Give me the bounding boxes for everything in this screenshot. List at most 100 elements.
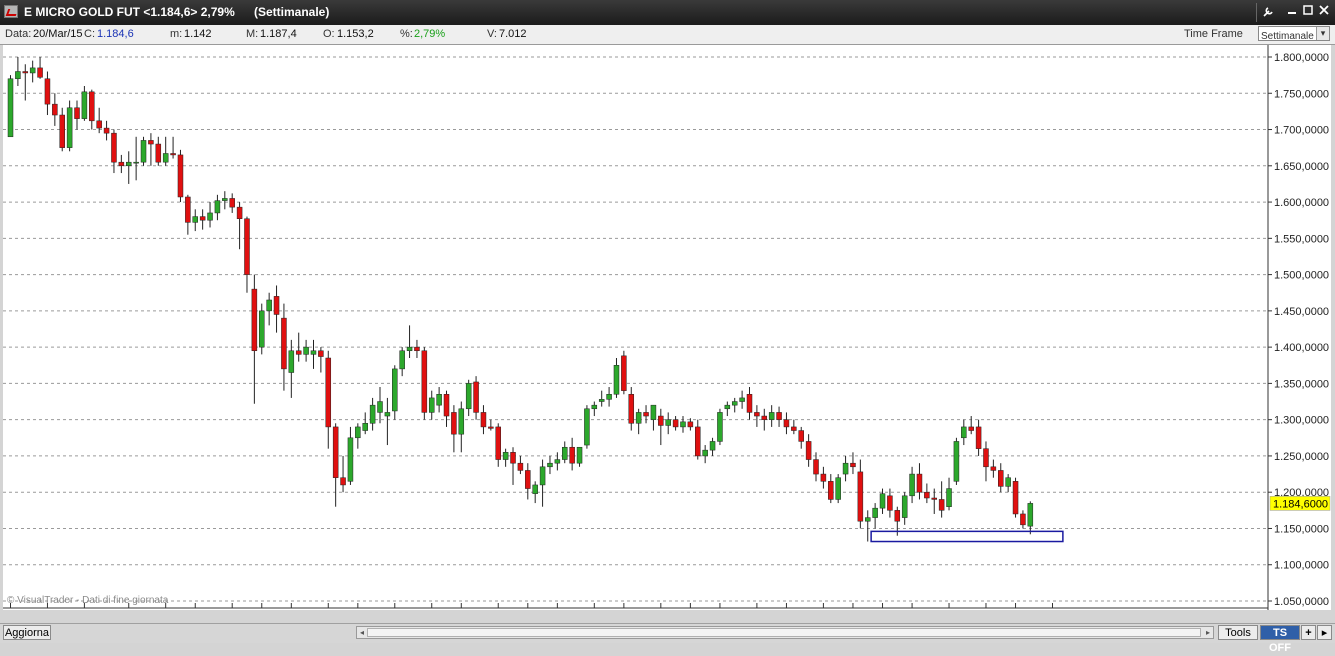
candle-down <box>244 218 250 275</box>
date-value: 20/Mar/15 <box>33 28 83 40</box>
close-label: C: <box>84 28 95 40</box>
candlestick-chart[interactable]: 1.800,0000 1.750,0000 1.700,0000 1.650,0000… <box>2 45 1331 623</box>
scroll-left-icon[interactable]: ◂ <box>357 627 367 638</box>
y-tick-label: 1.650,0000 <box>1274 161 1329 173</box>
maximize-icon[interactable] <box>1300 3 1316 21</box>
candle-up <box>207 212 213 221</box>
candle-down <box>968 426 974 431</box>
candle-up <box>303 346 309 355</box>
candle-up <box>406 346 413 352</box>
minimize-icon[interactable] <box>1284 3 1300 21</box>
y-tick-label: 1.550,0000 <box>1274 233 1329 245</box>
candle-up <box>428 397 435 413</box>
candle-down <box>155 143 162 163</box>
quote-info-bar: Data: 20/Mar/15 C: 1.184,6 m: 1.142 M: 1… <box>0 25 1335 45</box>
candle-up <box>362 423 368 431</box>
candle-up <box>1005 477 1011 487</box>
ts-off-button[interactable]: TS OFF <box>1260 625 1300 654</box>
chart-scrollbar[interactable]: ◂ ▸ <box>356 626 1214 639</box>
candle-down <box>894 510 901 522</box>
candle-up <box>591 404 598 410</box>
candle-down <box>148 140 154 145</box>
candle-down <box>273 296 280 315</box>
candle-down <box>414 346 420 352</box>
candle-up <box>724 404 731 410</box>
candle-down <box>628 394 635 424</box>
candle-up <box>909 473 915 497</box>
candle-up <box>384 412 391 417</box>
candle-up <box>125 161 132 167</box>
timeframe-select[interactable]: Settimanale ▾ <box>1258 26 1330 42</box>
candle-down <box>332 426 339 478</box>
candle-up <box>739 397 745 402</box>
candle-down <box>983 448 989 468</box>
close-icon[interactable] <box>1316 3 1332 21</box>
max-value: 1.187,4 <box>260 28 297 40</box>
candle-up <box>369 404 376 424</box>
zoom-in-button[interactable]: + <box>1301 625 1316 640</box>
candle-up <box>606 394 612 400</box>
candle-down <box>805 441 812 460</box>
y-tick-label: 1.500,0000 <box>1274 270 1329 282</box>
candle-up <box>29 67 36 74</box>
candle-down <box>850 462 856 468</box>
pct-value: 2,79% <box>414 28 446 40</box>
candle-up <box>680 421 686 428</box>
y-tick-label: 1.600,0000 <box>1274 197 1329 209</box>
candle-up <box>266 299 272 312</box>
candle-up <box>539 466 546 486</box>
candle-up <box>946 488 952 507</box>
y-tick-label: 1.150,0000 <box>1274 523 1329 535</box>
candle-up <box>1027 503 1034 527</box>
candle-up <box>879 493 886 509</box>
candle-up <box>554 459 561 464</box>
tools-button[interactable]: Tools <box>1218 625 1258 640</box>
candle-down <box>916 473 923 493</box>
aggiorna-button[interactable]: Aggiorna <box>3 625 51 640</box>
candle-down <box>295 350 302 355</box>
candle-up <box>377 401 383 413</box>
candle-up <box>562 446 568 460</box>
candle-down <box>473 381 479 413</box>
candle-down <box>44 78 51 105</box>
candle-down <box>96 120 102 129</box>
chart-period-label: (Settimanale) <box>254 5 330 19</box>
timeframe-label: Time Frame <box>1184 28 1243 40</box>
candle-down <box>820 473 827 482</box>
candle-up <box>665 419 671 426</box>
chevron-down-icon[interactable]: ▾ <box>1316 27 1329 40</box>
candle-up <box>961 426 967 439</box>
candle-down <box>857 471 864 522</box>
candle-down <box>783 419 790 428</box>
y-tick-label: 1.800,0000 <box>1274 52 1329 64</box>
bottom-toolbar: Aggiorna ◂ ▸ Tools TS OFF + ▸ <box>0 623 1335 654</box>
candle-down <box>621 355 627 391</box>
candle-down <box>37 67 43 78</box>
candle-down <box>975 426 982 449</box>
candle-up <box>436 394 442 406</box>
candlestick-chart-area[interactable]: 1.800,0000 1.750,0000 1.700,0000 1.650,0000… <box>2 45 1331 623</box>
volume-label: V: <box>487 28 497 40</box>
candle-down <box>931 497 937 500</box>
candle-down <box>791 426 797 431</box>
candle-down <box>488 426 494 429</box>
candle-down <box>185 196 191 223</box>
candle-down <box>421 350 428 413</box>
candle-up <box>347 437 354 482</box>
footer-menu-button[interactable]: ▸ <box>1317 625 1332 640</box>
candle-down <box>74 107 80 119</box>
candle-up <box>399 350 405 370</box>
y-tick-label: 1.400,0000 <box>1274 342 1329 354</box>
candle-down <box>754 412 760 417</box>
y-tick-label: 1.100,0000 <box>1274 560 1329 572</box>
candle-up <box>532 484 538 494</box>
candle-down <box>672 419 679 428</box>
wrench-icon[interactable] <box>1260 3 1276 21</box>
scrollbar-thumb[interactable] <box>367 628 1201 637</box>
scroll-right-icon[interactable]: ▸ <box>1203 627 1213 638</box>
candle-down <box>236 206 243 219</box>
candle-down <box>199 216 206 221</box>
candle-up <box>702 449 708 457</box>
candle-down <box>828 481 834 500</box>
candle-up <box>310 350 317 355</box>
